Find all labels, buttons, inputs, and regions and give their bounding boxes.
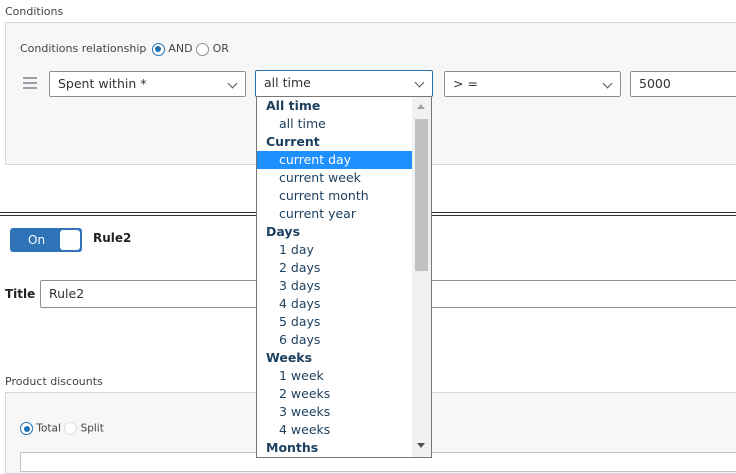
scroll-down-arrow-icon[interactable] — [417, 443, 425, 448]
chevron-down-icon — [414, 77, 425, 88]
dropdown-option[interactable]: 5 days — [257, 313, 412, 331]
or-label: OR — [212, 42, 229, 55]
dropdown-option[interactable]: 4 weeks — [257, 421, 412, 439]
total-radio[interactable] — [20, 422, 33, 435]
operator-select[interactable]: > = — [444, 71, 621, 97]
dropdown-option[interactable]: 6 days — [257, 331, 412, 349]
dropdown-option[interactable]: all time — [257, 115, 412, 133]
dropdown-option[interactable]: 2 weeks — [257, 385, 412, 403]
title-label: Title — [5, 287, 36, 301]
dropdown-option[interactable]: current month — [257, 187, 412, 205]
dropdown-option[interactable]: current week — [257, 169, 412, 187]
and-label: AND — [168, 42, 193, 55]
dropdown-group-header: Current — [266, 134, 320, 149]
dropdown-group-header: Months — [266, 440, 319, 455]
dropdown-option[interactable]: current day — [257, 151, 412, 169]
period-dropdown-list[interactable]: All time all time Current current day curren… — [256, 96, 432, 458]
dropdown-option[interactable]: 3 days — [257, 277, 412, 295]
dropdown-group-header: Days — [266, 224, 301, 239]
or-radio[interactable] — [196, 42, 210, 56]
rule-toggle-label: On — [28, 233, 46, 247]
split-label: Split — [80, 422, 104, 435]
condition-value-text: 5000 — [639, 76, 671, 91]
conditions-section-label: Conditions — [5, 5, 64, 18]
dropdown-option[interactable]: 3 weeks — [257, 403, 412, 421]
discount-mode: Total Split — [20, 422, 104, 436]
condition-field-select[interactable]: Spent within * — [49, 71, 246, 97]
dropdown-option[interactable]: 1 day — [257, 241, 412, 259]
dropdown-group-header: All time — [266, 98, 321, 113]
conditions-relationship: Conditions relationship AND OR — [20, 42, 229, 56]
product-discounts-label: Product discounts — [5, 375, 103, 388]
dropdown-scrollbar[interactable] — [412, 97, 431, 457]
scrollbar-thumb[interactable] — [415, 119, 428, 271]
condition-field-value: Spent within * — [58, 76, 147, 91]
period-select[interactable]: all time — [255, 70, 433, 97]
title-input-value: Rule2 — [49, 286, 85, 301]
scroll-up-arrow-icon[interactable] — [417, 104, 425, 109]
total-label: Total — [36, 422, 61, 435]
dropdown-options: All time all time Current current day curren… — [257, 97, 412, 457]
toggle-knob — [60, 230, 80, 250]
conditions-relationship-label: Conditions relationship — [20, 42, 147, 55]
dropdown-option[interactable]: 4 days — [257, 295, 412, 313]
and-radio[interactable] — [151, 42, 165, 56]
chevron-down-icon — [602, 78, 613, 89]
drag-handle-icon[interactable] — [23, 77, 37, 89]
dropdown-group-header: Weeks — [266, 350, 313, 365]
period-select-value: all time — [264, 75, 311, 90]
dropdown-option[interactable]: current year — [257, 205, 412, 223]
dropdown-option[interactable]: 2 days — [257, 259, 412, 277]
chevron-down-icon — [227, 78, 238, 89]
rule-toggle[interactable]: On — [10, 228, 82, 252]
condition-value-input[interactable]: 5000 — [630, 71, 736, 97]
split-radio[interactable] — [64, 422, 78, 435]
dropdown-option[interactable]: 1 week — [257, 367, 412, 385]
rule-name: Rule2 — [93, 231, 132, 245]
operator-select-value: > = — [453, 76, 478, 91]
